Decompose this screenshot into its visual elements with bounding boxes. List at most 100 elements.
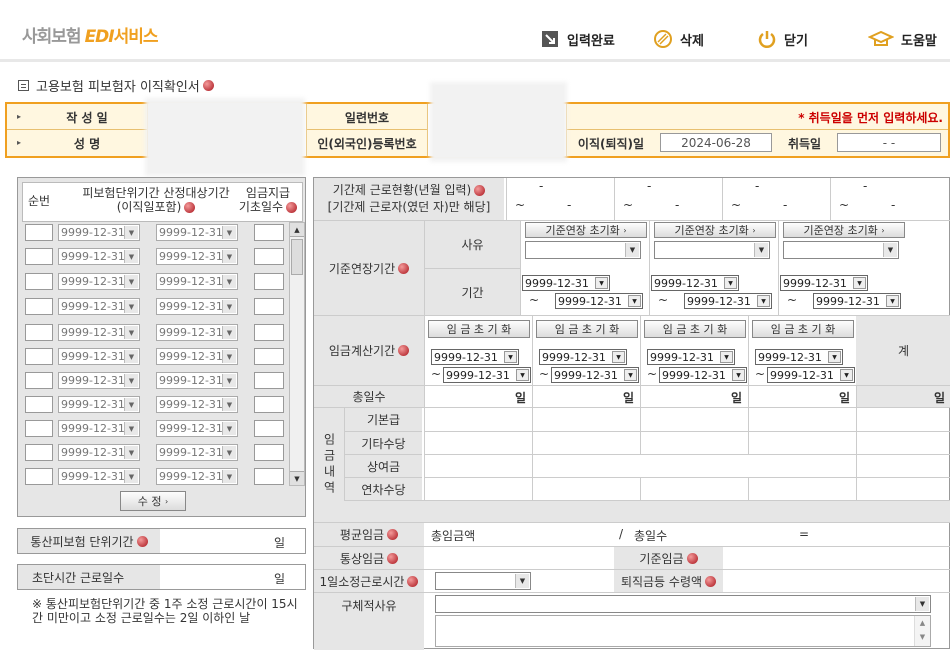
delete-button[interactable]: 삭제: [653, 28, 704, 50]
wage-detail-cell[interactable]: [532, 477, 640, 500]
row-no-input[interactable]: [25, 224, 53, 241]
wage-start-select[interactable]: 9999-12-31 ▼: [539, 349, 627, 365]
period-start-select[interactable]: 9999-12-31 ▼: [58, 372, 140, 389]
help-dot-icon[interactable]: [184, 202, 196, 213]
wage-detail-cell[interactable]: [748, 477, 856, 500]
extend-end-select[interactable]: 9999-12-31 ▼: [555, 293, 643, 309]
wage-days-input[interactable]: [254, 444, 284, 461]
wage-detail-cell[interactable]: [856, 477, 950, 500]
extend-start-select[interactable]: 9999-12-31 ▼: [780, 275, 868, 291]
wage-days-input[interactable]: [254, 348, 284, 365]
row-no-input[interactable]: [25, 273, 53, 290]
extend-start-select[interactable]: 9999-12-31 ▼: [522, 275, 610, 291]
leave-date-field[interactable]: 2024-06-28: [660, 133, 772, 152]
help-dot-icon[interactable]: [705, 575, 717, 587]
help-dot-icon[interactable]: [686, 552, 698, 564]
scrollbar[interactable]: ▲ ▼: [289, 222, 305, 486]
wage-end-select[interactable]: 9999-12-31 ▼: [659, 367, 747, 383]
extend-reset-button[interactable]: 기준연장 초기화 ›: [525, 222, 647, 238]
wage-reset-button[interactable]: 임 금 초 기 화: [536, 320, 638, 338]
period-start-select[interactable]: 9999-12-31 ▼: [58, 396, 140, 413]
wage-detail-cell[interactable]: [856, 408, 950, 431]
extend-reset-button[interactable]: 기준연장 초기화 ›: [783, 222, 905, 238]
period-start-select[interactable]: 9999-12-31 ▼: [58, 324, 140, 341]
acquire-date-field[interactable]: - -: [837, 133, 941, 152]
contract-cell[interactable]: - ~ -: [722, 178, 828, 220]
period-start-select[interactable]: 9999-12-31 ▼: [58, 420, 140, 437]
daily-hours-select[interactable]: ▼: [435, 572, 531, 590]
wage-detail-cell[interactable]: [856, 454, 950, 477]
wage-days-input[interactable]: [254, 224, 284, 241]
period-end-select[interactable]: 9999-12-31 ▼: [156, 348, 238, 365]
wage-reset-button[interactable]: 임 금 초 기 화: [428, 320, 530, 338]
extend-end-select[interactable]: 9999-12-31 ▼: [813, 293, 901, 309]
row-no-input[interactable]: [25, 248, 53, 265]
scroll-down-icon[interactable]: ▼: [290, 471, 304, 485]
help-button[interactable]: 도움말: [867, 28, 937, 50]
wage-start-select[interactable]: 9999-12-31 ▼: [431, 349, 519, 365]
contract-cell[interactable]: - ~ -: [614, 178, 720, 220]
wage-end-select[interactable]: 9999-12-31 ▼: [443, 367, 531, 383]
contract-cell[interactable]: - ~ -: [830, 178, 936, 220]
period-start-select[interactable]: 9999-12-31 ▼: [58, 224, 140, 241]
wage-detail-cell[interactable]: [640, 477, 748, 500]
wage-detail-cell[interactable]: [856, 431, 950, 454]
period-start-select[interactable]: 9999-12-31 ▼: [58, 248, 140, 265]
wage-days-input[interactable]: [254, 273, 284, 290]
help-dot-icon[interactable]: [286, 202, 298, 213]
wage-detail-cell[interactable]: [424, 477, 532, 500]
period-end-select[interactable]: 9999-12-31 ▼: [156, 224, 238, 241]
extend-reason-select[interactable]: ▼: [525, 241, 641, 259]
period-end-select[interactable]: 9999-12-31 ▼: [156, 444, 238, 461]
extend-end-select[interactable]: 9999-12-31 ▼: [684, 293, 772, 309]
wage-start-select[interactable]: 9999-12-31 ▼: [647, 349, 735, 365]
wage-detail-cell[interactable]: [640, 408, 748, 431]
wage-days-input[interactable]: [254, 396, 284, 413]
row-no-input[interactable]: [25, 396, 53, 413]
wage-days-input[interactable]: [254, 420, 284, 437]
scroll-thumb[interactable]: [291, 239, 303, 275]
wage-days-input[interactable]: [254, 372, 284, 389]
period-end-select[interactable]: 9999-12-31 ▼: [156, 396, 238, 413]
period-end-select[interactable]: 9999-12-31 ▼: [156, 248, 238, 265]
period-end-select[interactable]: 9999-12-31 ▼: [156, 372, 238, 389]
close-button[interactable]: 닫기: [757, 28, 808, 50]
extend-reset-button[interactable]: 기준연장 초기화 ›: [654, 222, 776, 238]
help-dot-icon[interactable]: [387, 529, 399, 540]
extend-reason-select[interactable]: ▼: [783, 241, 899, 259]
wage-detail-cell[interactable]: [532, 408, 640, 431]
wage-detail-cell[interactable]: [748, 431, 856, 454]
period-end-select[interactable]: 9999-12-31 ▼: [156, 468, 238, 485]
wage-days-input[interactable]: [254, 298, 284, 315]
wage-detail-cell[interactable]: [424, 408, 532, 431]
period-end-select[interactable]: 9999-12-31 ▼: [156, 420, 238, 437]
period-start-select[interactable]: 9999-12-31 ▼: [58, 468, 140, 485]
row-no-input[interactable]: [25, 468, 53, 485]
contract-cell[interactable]: - ~ -: [506, 178, 612, 220]
period-end-select[interactable]: 9999-12-31 ▼: [156, 273, 238, 290]
wage-end-select[interactable]: 9999-12-31 ▼: [551, 367, 639, 383]
row-no-input[interactable]: [25, 420, 53, 437]
wage-days-input[interactable]: [254, 468, 284, 485]
row-no-input[interactable]: [25, 348, 53, 365]
wage-end-select[interactable]: 9999-12-31 ▼: [767, 367, 855, 383]
help-dot-icon[interactable]: [398, 345, 410, 356]
period-start-select[interactable]: 9999-12-31 ▼: [58, 348, 140, 365]
textarea-scrollbar[interactable]: ▲ ▼: [914, 616, 930, 646]
row-no-input[interactable]: [25, 444, 53, 461]
specific-reason-select[interactable]: ▼: [435, 595, 931, 613]
complete-button[interactable]: 입력완료: [540, 28, 615, 50]
help-dot-icon[interactable]: [387, 552, 399, 564]
row-no-input[interactable]: [25, 324, 53, 341]
help-dot-icon[interactable]: [136, 535, 148, 547]
row-no-input[interactable]: [25, 298, 53, 315]
help-dot-icon[interactable]: [202, 80, 214, 91]
extend-start-select[interactable]: 9999-12-31 ▼: [651, 275, 739, 291]
help-dot-icon[interactable]: [398, 262, 410, 274]
wage-detail-cell[interactable]: [424, 454, 532, 477]
scroll-up-icon[interactable]: ▲: [290, 223, 304, 237]
period-start-select[interactable]: 9999-12-31 ▼: [58, 444, 140, 461]
specific-reason-textarea[interactable]: ▲ ▼: [435, 615, 931, 647]
wage-detail-cell[interactable]: [424, 431, 532, 454]
wage-reset-button[interactable]: 임 금 초 기 화: [752, 320, 854, 338]
